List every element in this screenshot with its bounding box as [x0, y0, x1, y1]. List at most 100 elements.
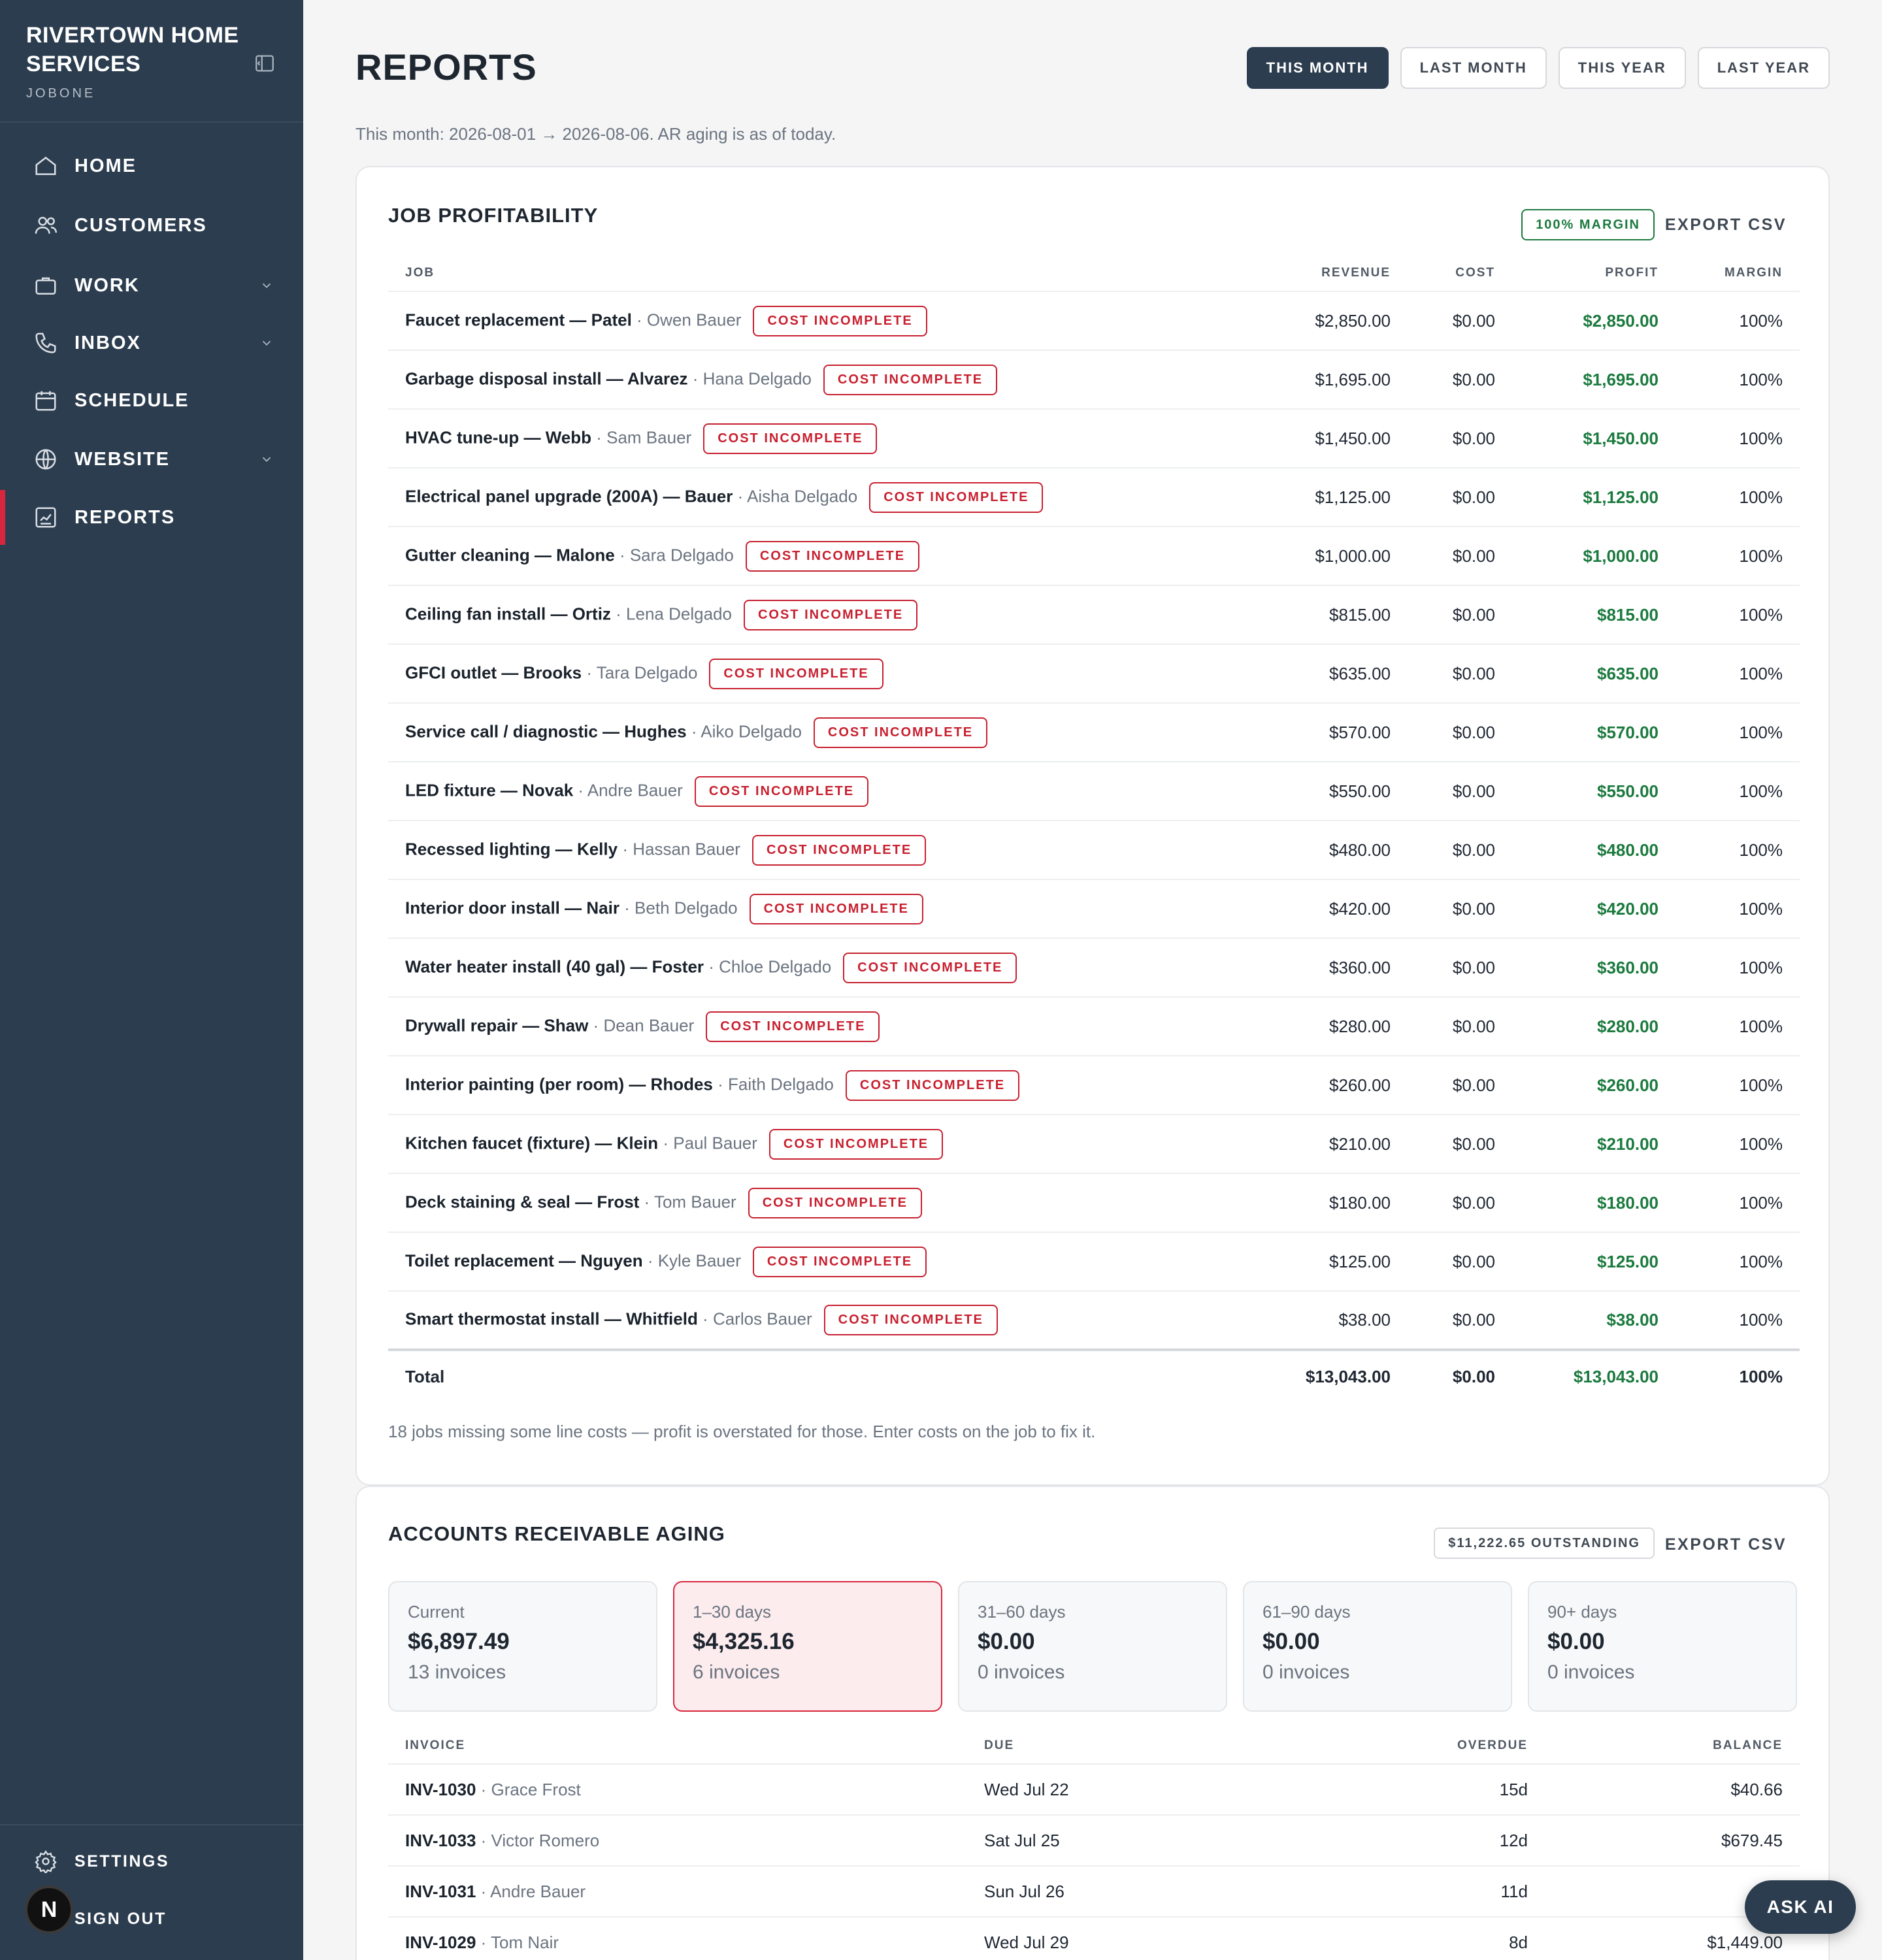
table-row[interactable]: Service call / diagnostic — Hughes · Aik… [388, 702, 1800, 762]
revenue-cell: $260.00 [1277, 1055, 1408, 1115]
total-cost: $0.00 [1408, 1348, 1512, 1402]
aging-bucket-90-plus[interactable]: 90+ days $0.00 0 invoices [1528, 1581, 1797, 1712]
settings-link[interactable]: SETTINGS [0, 1838, 303, 1884]
profit-cell: $260.00 [1512, 1055, 1676, 1115]
col-header-cost: COST [1455, 265, 1495, 280]
separator-dot: · [582, 662, 597, 682]
revenue-cell: $280.00 [1277, 996, 1408, 1056]
table-row[interactable]: Ceiling fan install — Ortiz · Lena Delga… [388, 585, 1800, 644]
table-row[interactable]: Kitchen faucet (fixture) — Klein · Paul … [388, 1114, 1800, 1173]
invoice-id: INV-1029 [405, 1933, 476, 1952]
reports-icon [33, 504, 59, 531]
job-name: Faucet replacement — Patel [405, 309, 632, 329]
table-row[interactable]: Smart thermostat install — Whitfield · C… [388, 1290, 1800, 1350]
sidebar-item-website[interactable]: WEBSITE [0, 432, 303, 487]
avatar[interactable]: N [25, 1886, 73, 1934]
table-row[interactable]: INV-1031 · Andre BauerSun Jul 2611d$37 [388, 1865, 1800, 1917]
margin-cell: 100% [1676, 1290, 1800, 1350]
gear-icon [33, 1848, 59, 1874]
export-csv-button[interactable]: EXPORT CSV [1665, 216, 1787, 235]
job-name: LED fixture — Novak [405, 779, 574, 800]
aging-bucket-31-60[interactable]: 31–60 days $0.00 0 invoices [958, 1581, 1227, 1712]
table-row[interactable]: LED fixture — Novak · Andre Bauer COST IN… [388, 761, 1800, 821]
table-row[interactable]: Deck staining & seal — Frost · Tom Bauer… [388, 1173, 1800, 1232]
period-last-month-button[interactable]: LAST MONTH [1400, 47, 1547, 89]
brand-sub: JOBONE [26, 86, 96, 101]
profit-cell: $420.00 [1512, 879, 1676, 938]
collapse-sidebar-icon[interactable] [251, 50, 278, 77]
due-cell: Sat Jul 25 [967, 1814, 1333, 1866]
aging-bucket-1-30[interactable]: 1–30 days $4,325.16 6 invoices [673, 1581, 942, 1712]
page-title: REPORTS [355, 46, 537, 88]
table-row[interactable]: Interior door install — Nair · Beth Delg… [388, 879, 1800, 938]
table-row[interactable]: Toilet replacement — Nguyen · Kyle Bauer… [388, 1232, 1800, 1291]
job-name: Ceiling fan install — Ortiz [405, 603, 611, 623]
overdue-cell: 12d [1333, 1814, 1545, 1866]
job-name: Electrical panel upgrade (200A) — Bauer [405, 485, 733, 506]
sidebar-item-schedule[interactable]: SCHEDULE [0, 373, 303, 428]
sidebar-item-customers[interactable]: CUSTOMERS [0, 198, 303, 253]
profit-cell: $1,450.00 [1512, 408, 1676, 468]
bucket-amount: $0.00 [1263, 1629, 1320, 1654]
globe-icon [33, 446, 59, 472]
period-last-year-button[interactable]: LAST YEAR [1697, 47, 1830, 89]
phone-icon [33, 330, 59, 356]
table-row[interactable]: Recessed lighting — Kelly · Hassan Bauer… [388, 820, 1800, 879]
aging-bucket-current[interactable]: Current $6,897.49 13 invoices [388, 1581, 657, 1712]
period-this-month-button[interactable]: THIS MONTH [1246, 47, 1389, 89]
job-cell: Recessed lighting — Kelly · Hassan Bauer… [388, 820, 1277, 879]
table-row[interactable]: INV-1033 · Victor Romero Sat Jul 25 12d $67… [388, 1814, 1800, 1866]
invoice-cell: INV-1029 · Tom Nair [388, 1916, 967, 1960]
table-row[interactable]: INV-1030 · Grace Frost Wed Jul 22 15d $40.6… [388, 1763, 1800, 1815]
cost-cell: $0.00 [1408, 820, 1512, 879]
profit-cell: $1,695.00 [1512, 350, 1676, 409]
margin-cell: 100% [1676, 408, 1800, 468]
job-name: Interior painting (per room) — Rhodes [405, 1073, 713, 1094]
customer-name: Hassan Bauer [633, 838, 740, 858]
table-row[interactable]: GFCI outlet — Brooks · Tara Delgado COST … [388, 644, 1800, 703]
sidebar-item-inbox[interactable]: INBOX [0, 316, 303, 370]
revenue-cell: $635.00 [1277, 644, 1408, 703]
revenue-cell: $1,125.00 [1277, 467, 1408, 527]
total-revenue: $13,043.00 [1277, 1348, 1408, 1402]
table-row[interactable]: Gutter cleaning — Malone · Sara Delgado C… [388, 526, 1800, 585]
margin-cell: 100% [1676, 644, 1800, 703]
margin-cell: 100% [1676, 467, 1800, 527]
separator-dot: · [639, 1191, 654, 1211]
bucket-label: 61–90 days [1263, 1602, 1351, 1622]
revenue-cell: $38.00 [1277, 1290, 1408, 1350]
sidebar-item-home[interactable]: HOME [0, 139, 303, 193]
profit-cell: $815.00 [1512, 585, 1676, 644]
cost-cell: $0.00 [1408, 1173, 1512, 1232]
table-row[interactable]: Drywall repair — Shaw · Dean Bauer COST I… [388, 996, 1800, 1056]
profit-cell: $125.00 [1512, 1232, 1676, 1291]
briefcase-icon [33, 272, 59, 299]
cost-cell: $0.00 [1408, 1114, 1512, 1173]
overdue-cell: 15d [1333, 1763, 1545, 1815]
cost-incomplete-badge: COST INCOMPLETE [743, 599, 918, 630]
sidebar: RIVERTOWN HOME SERVICES JOBONE HOME CUST… [0, 0, 303, 1960]
revenue-cell: $360.00 [1277, 938, 1408, 997]
sidebar-item-label: WEBSITE [74, 448, 171, 470]
margin-cell: 100% [1676, 938, 1800, 997]
sidebar-item-reports[interactable]: REPORTS [0, 490, 303, 545]
total-row: Total $13,043.00 $0.00 $13,043.00 100% [388, 1348, 1800, 1402]
table-row[interactable]: Water heater install (40 gal) — Foster ·… [388, 938, 1800, 997]
cost-cell: $0.00 [1408, 1232, 1512, 1291]
period-this-year-button[interactable]: THIS YEAR [1558, 47, 1686, 89]
aging-bucket-61-90[interactable]: 61–90 days $0.00 0 invoices [1243, 1581, 1512, 1712]
bucket-amount: $0.00 [978, 1629, 1035, 1654]
job-cell: Faucet replacement — Patel · Owen Bauer C… [388, 291, 1277, 350]
table-row[interactable]: Electrical panel upgrade (200A) — Bauer … [388, 467, 1800, 527]
table-row[interactable]: INV-1029 · Tom Nair Wed Jul 29 8d $1,449.00 [388, 1916, 1800, 1960]
export-csv-button[interactable]: EXPORT CSV [1665, 1535, 1787, 1554]
table-row[interactable]: Faucet replacement — Patel · Owen Bauer C… [388, 291, 1800, 350]
ask-ai-button[interactable]: ASK AI [1745, 1880, 1856, 1934]
table-row[interactable]: Interior painting (per room) — Rhodes · … [388, 1055, 1800, 1115]
main-content: REPORTS THIS MONTH LAST MONTH THIS YEAR … [303, 0, 1882, 1960]
table-row[interactable]: HVAC tune-up — Webb · Sam Bauer COST INCO… [388, 408, 1800, 468]
separator-dot: · [476, 1779, 491, 1799]
profit-cell: $1,000.00 [1512, 526, 1676, 585]
table-row[interactable]: Garbage disposal install — Alvarez · Han… [388, 350, 1800, 409]
sidebar-item-work[interactable]: WORK [0, 258, 303, 313]
